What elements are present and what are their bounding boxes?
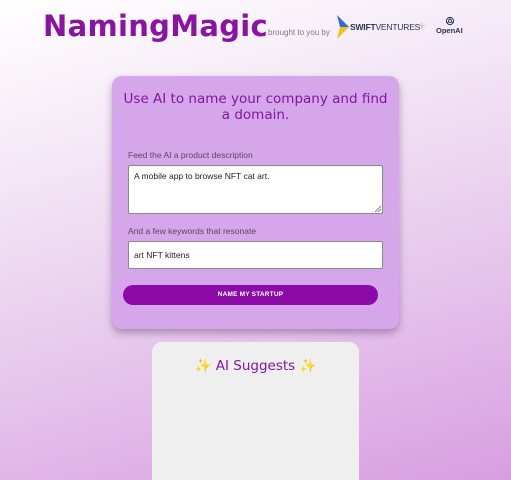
brought-by-text: brought to you by (268, 28, 330, 37)
description-label: Feed the AI a product description (128, 150, 253, 160)
sparkle-right-icon: ✨ (299, 358, 317, 374)
swift-ventures-wordmark: SWIFTVENTURES (350, 22, 421, 32)
form-title: Use AI to name your company and find a d… (123, 91, 388, 123)
sparkle-left-icon: ✨ (194, 358, 212, 374)
plus-separator: + (418, 18, 426, 33)
naming-form-card: Use AI to name your company and find a d… (112, 76, 399, 329)
swift-ventures-logo[interactable]: SWIFTVENTURES (336, 15, 420, 39)
suggestions-title-text: AI Suggests (215, 358, 296, 374)
product-description-value: A mobile app to browse NFT cat art. (134, 171, 270, 181)
openai-wordmark: OpenAI (436, 26, 463, 35)
keywords-value: art NFT kittens (134, 250, 190, 260)
product-description-input[interactable]: A mobile app to browse NFT cat art. (128, 165, 383, 214)
resize-handle-icon[interactable] (375, 206, 381, 212)
name-my-startup-button[interactable]: NAME MY STARTUP (123, 285, 378, 305)
openai-knot-icon (445, 16, 455, 26)
app-logo[interactable]: NamingMagic (43, 9, 268, 43)
keywords-input[interactable]: art NFT kittens (128, 241, 383, 269)
swift-ventures-mark-icon (337, 15, 349, 39)
header: NamingMagic brought to you by SWIFTVENTU… (0, 0, 511, 60)
suggestions-title: ✨ AI Suggests ✨ (152, 358, 359, 374)
keywords-label: And a few keywords that resonate (128, 226, 257, 236)
openai-logo[interactable]: OpenAI (434, 16, 466, 38)
ai-suggestions-panel: ✨ AI Suggests ✨ (152, 342, 359, 480)
